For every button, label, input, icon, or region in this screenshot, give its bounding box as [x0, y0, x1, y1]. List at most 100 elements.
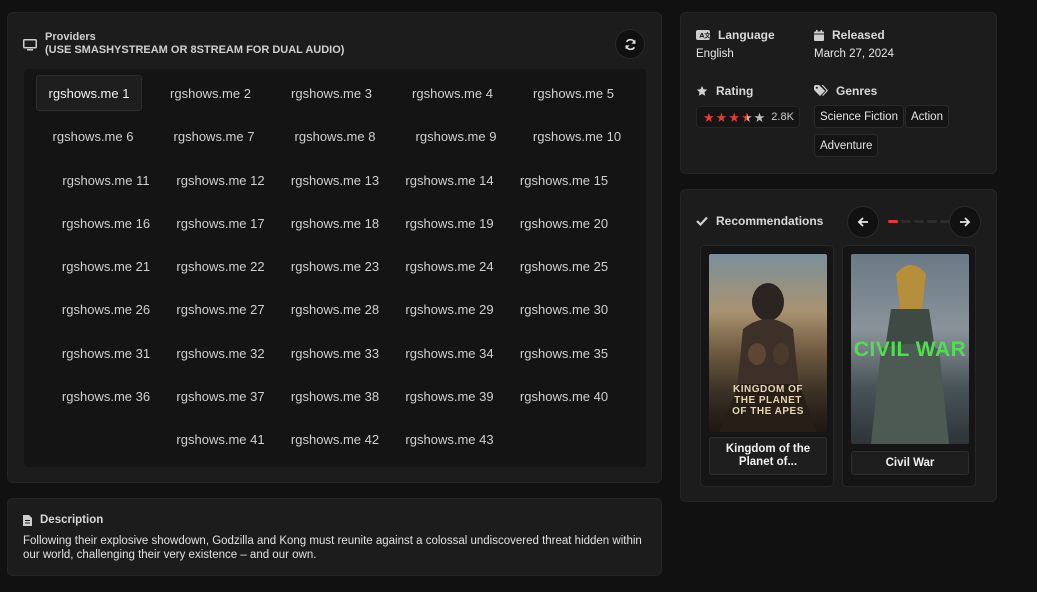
server-button[interactable]: rgshows.me 16: [49, 205, 164, 241]
server-button[interactable]: rgshows.me 37: [163, 378, 278, 414]
server-button[interactable]: rgshows.me 5: [513, 75, 634, 111]
server-button[interactable]: rgshows.me 21: [49, 248, 164, 284]
server-button[interactable]: rgshows.me 24: [392, 248, 507, 284]
server-button[interactable]: rgshows.me 6: [33, 118, 154, 154]
server-button[interactable]: rgshows.me 35: [507, 335, 622, 371]
server-button[interactable]: rgshows.me 7: [154, 118, 275, 154]
server-button[interactable]: rgshows.me 13: [278, 162, 393, 198]
server-button[interactable]: rgshows.me 1: [36, 75, 142, 111]
server-button[interactable]: rgshows.me 34: [392, 335, 507, 371]
server-row: rgshows.me 31 rgshows.me 32 rgshows.me 33 r…: [24, 335, 646, 371]
server-button[interactable]: rgshows.me 10: [517, 118, 638, 154]
server-button[interactable]: rgshows.me 15: [507, 162, 622, 198]
poster-image[interactable]: CIVIL WAR: [851, 254, 969, 444]
arrow-right-icon: [960, 217, 971, 227]
server-button[interactable]: rgshows.me 29: [392, 291, 507, 327]
poster-text: CIVIL WAR: [853, 338, 967, 361]
server-button[interactable]: rgshows.me 19: [392, 205, 507, 241]
providers-title: Providers: [45, 31, 96, 43]
carousel-dot[interactable]: [914, 220, 924, 223]
svg-text:文: 文: [703, 31, 710, 40]
recommendations-panel: Recommendations KINGDOM OF THE PLANET OF…: [680, 189, 997, 502]
refresh-button[interactable]: [615, 29, 645, 59]
rating-stars: ★ ★ ★ ★ ★ 2.8K: [696, 106, 800, 128]
server-button[interactable]: rgshows.me 20: [507, 205, 622, 241]
server-button[interactable]: rgshows.me 43: [392, 421, 507, 457]
poster-text: KINGDOM OF THE PLANET OF THE APES: [732, 384, 804, 417]
server-button[interactable]: rgshows.me 23: [278, 248, 393, 284]
server-button[interactable]: rgshows.me 8: [275, 118, 396, 154]
released-label-group: Released: [814, 28, 885, 42]
carousel-dot[interactable]: [901, 220, 911, 223]
star-icon: [696, 85, 708, 96]
genre-tag[interactable]: Action: [905, 105, 949, 128]
server-button[interactable]: rgshows.me 4: [392, 75, 513, 111]
server-button[interactable]: rgshows.me 2: [150, 75, 271, 111]
prev-button[interactable]: [847, 206, 879, 238]
language-value: English: [696, 48, 734, 60]
check-icon: [696, 216, 708, 226]
server-button[interactable]: rgshows.me 3: [271, 75, 392, 111]
server-row: rgshows.me 16 rgshows.me 17 rgshows.me 18 r…: [24, 205, 646, 241]
server-button[interactable]: rgshows.me 22: [163, 248, 278, 284]
arrow-left-icon: [857, 217, 868, 227]
server-button[interactable]: rgshows.me 30: [507, 291, 622, 327]
empty-star-icon: ★: [753, 109, 766, 125]
server-button[interactable]: rgshows.me 12: [163, 162, 278, 198]
recommendation-title[interactable]: Civil War: [851, 451, 969, 475]
rating-label: Rating: [716, 84, 754, 98]
document-icon: [23, 514, 32, 526]
star-icon: ★: [728, 109, 740, 125]
server-row: rgshows.me 6 rgshows.me 7 rgshows.me 8 rgsh…: [24, 118, 646, 154]
genre-tag[interactable]: Science Fiction: [814, 105, 904, 128]
refresh-icon: [624, 38, 636, 50]
monitor-icon: [23, 39, 37, 51]
poster-image[interactable]: KINGDOM OF THE PLANET OF THE APES: [709, 254, 827, 432]
providers-subtitle: (USE SMASHYSTREAM OR 8STREAM FOR DUAL AU…: [45, 44, 345, 56]
server-button[interactable]: rgshows.me 28: [278, 291, 393, 327]
recommendation-card[interactable]: CIVIL WAR Civil War: [842, 245, 976, 487]
language-label: Language: [718, 28, 775, 42]
released-value: March 27, 2024: [814, 48, 894, 60]
server-button[interactable]: rgshows.me 26: [49, 291, 164, 327]
star-icon: ★: [703, 109, 715, 125]
carousel-dots: [888, 220, 950, 223]
info-panel: A 文 Language English Released March 27, …: [680, 12, 997, 174]
recommendation-card[interactable]: KINGDOM OF THE PLANET OF THE APES Kingdo…: [700, 245, 834, 487]
next-button[interactable]: [949, 206, 981, 238]
calendar-icon: [814, 29, 824, 41]
server-list: rgshows.me 1 rgshows.me 2 rgshows.me 3 rgsh…: [24, 69, 646, 467]
server-button[interactable]: rgshows.me 27: [163, 291, 278, 327]
server-button[interactable]: rgshows.me 40: [507, 378, 622, 414]
recommendation-title[interactable]: Kingdom of the Planet of...: [709, 437, 827, 475]
server-button[interactable]: rgshows.me 39: [392, 378, 507, 414]
server-button[interactable]: rgshows.me 11: [49, 162, 164, 198]
server-row: rgshows.me 11 rgshows.me 12 rgshows.me 13 r…: [24, 162, 646, 198]
description-text: Following their explosive showdown, Godz…: [23, 535, 642, 561]
server-button[interactable]: rgshows.me 32: [163, 335, 278, 371]
providers-header: Providers (USE SMASHYSTREAM OR 8STREAM F…: [23, 31, 344, 57]
server-button[interactable]: rgshows.me 31: [49, 335, 164, 371]
server-button[interactable]: rgshows.me 25: [507, 248, 622, 284]
carousel-dot-active[interactable]: [888, 220, 898, 223]
server-button[interactable]: rgshows.me 14: [392, 162, 507, 198]
description-header: Description: [23, 514, 103, 526]
server-button[interactable]: rgshows.me 42: [278, 421, 393, 457]
server-row: rgshows.me 41 rgshows.me 42 rgshows.me 43: [24, 421, 646, 457]
server-row: rgshows.me 26 rgshows.me 27 rgshows.me 28 r…: [24, 291, 646, 327]
server-button[interactable]: rgshows.me 18: [278, 205, 393, 241]
server-button[interactable]: rgshows.me 9: [396, 118, 517, 154]
server-button[interactable]: rgshows.me 36: [49, 378, 164, 414]
carousel-dot[interactable]: [927, 220, 937, 223]
rating-count: 2.8K: [771, 111, 794, 123]
genre-tag[interactable]: Adventure: [814, 134, 879, 157]
description-panel: Description Following their explosive sh…: [7, 498, 662, 576]
server-button[interactable]: rgshows.me 38: [278, 378, 393, 414]
rating-label-group: Rating: [696, 84, 753, 98]
language-label-group: A 文 Language: [696, 28, 775, 42]
server-button[interactable]: rgshows.me 17: [163, 205, 278, 241]
recommendations-title: Recommendations: [716, 214, 824, 228]
server-button[interactable]: rgshows.me 33: [278, 335, 393, 371]
server-row: rgshows.me 36 rgshows.me 37 rgshows.me 38 r…: [24, 378, 646, 414]
server-button[interactable]: rgshows.me 41: [163, 421, 278, 457]
